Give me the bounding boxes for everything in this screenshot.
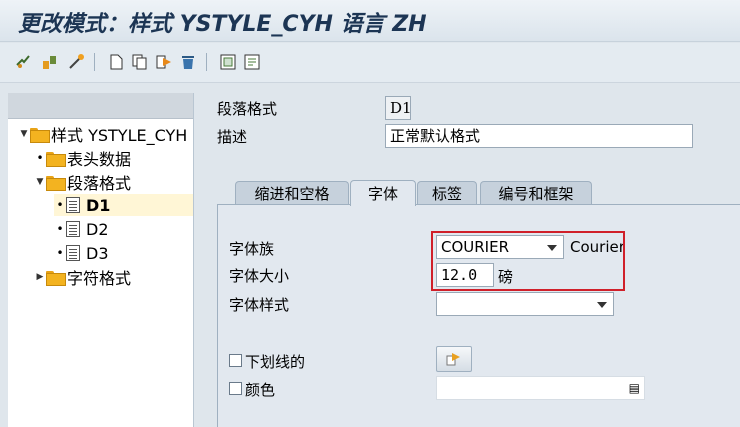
expanded-caret-icon[interactable]: ▼ xyxy=(18,129,30,139)
paragraph-format-label: 段落格式 xyxy=(217,100,278,118)
description-field[interactable]: 正常默认格式 xyxy=(385,124,693,148)
tree-item-d1[interactable]: • D1 xyxy=(54,194,193,216)
folder-icon xyxy=(46,151,66,167)
tree-item-label: D2 xyxy=(86,219,109,239)
document-icon xyxy=(66,245,80,261)
folder-icon xyxy=(46,270,66,286)
font-style-label: 字体样式 xyxy=(229,296,290,314)
description-label: 描述 xyxy=(217,128,248,146)
activate-icon[interactable] xyxy=(40,52,60,72)
tree-panel: ▼ 样式 YSTYLE_CYH • 表头数据 ▼ 段落格式 • D1 • D2 … xyxy=(8,93,194,427)
value-help-icon[interactable]: ▤ xyxy=(629,377,640,399)
tree-item-char-formats[interactable]: ▶ 字符格式 xyxy=(34,266,131,288)
forward-icon[interactable] xyxy=(154,52,174,72)
header-data-icon[interactable] xyxy=(218,52,238,72)
check-icon[interactable] xyxy=(66,52,86,72)
font-style-select[interactable] xyxy=(436,292,614,316)
display-change-icon[interactable] xyxy=(14,52,34,72)
tab-tabs[interactable]: 标签 xyxy=(417,181,477,205)
collapsed-caret-icon[interactable]: ▶ xyxy=(34,272,46,282)
tree-item-header-data[interactable]: • 表头数据 xyxy=(34,147,131,169)
tree-root-label: 样式 YSTYLE_CYH xyxy=(51,126,188,145)
forward-arrow-icon xyxy=(446,353,460,366)
underline-checkbox[interactable] xyxy=(229,354,242,367)
tree-root[interactable]: ▼ 样式 YSTYLE_CYH xyxy=(18,123,188,145)
paragraph-format-field: D1 xyxy=(385,96,412,120)
new-icon[interactable] xyxy=(106,52,126,72)
toolbar xyxy=(0,43,740,83)
tree-item-label: 表头数据 xyxy=(67,150,132,169)
document-icon xyxy=(66,221,80,237)
tree-item-label: D3 xyxy=(86,243,109,263)
color-field[interactable]: ▤ xyxy=(436,376,645,400)
document-icon xyxy=(66,197,80,213)
tree-header xyxy=(8,93,193,119)
tree-item-paragraph-formats[interactable]: ▼ 段落格式 xyxy=(34,171,131,193)
tree-item-d3[interactable]: • D3 xyxy=(54,242,109,264)
paragraph-format-icon[interactable] xyxy=(242,52,262,72)
tab-font[interactable]: 字体 xyxy=(350,180,416,206)
font-family-label: 字体族 xyxy=(229,240,275,258)
chevron-down-icon xyxy=(597,302,607,308)
tree-item-label: D1 xyxy=(86,195,111,215)
highlight-box xyxy=(431,231,625,291)
tree-item-label: 段落格式 xyxy=(67,174,132,193)
underline-label: 下划线的 xyxy=(245,353,306,371)
underline-settings-button[interactable] xyxy=(436,346,472,372)
tab-indent-spacing[interactable]: 缩进和空格 xyxy=(235,181,349,205)
page-title: 更改模式：样式 YSTYLE_CYH 语言 ZH xyxy=(18,12,427,37)
folder-open-icon xyxy=(30,127,50,143)
folder-open-icon xyxy=(46,175,66,191)
delete-icon[interactable] xyxy=(178,52,198,72)
title-bar: 更改模式：样式 YSTYLE_CYH 语言 ZH xyxy=(0,0,740,42)
color-label: 颜色 xyxy=(245,381,276,399)
tree-item-d2[interactable]: • D2 xyxy=(54,218,109,240)
color-checkbox[interactable] xyxy=(229,382,242,395)
tab-numbering-frame[interactable]: 编号和框架 xyxy=(480,181,592,205)
font-size-label: 字体大小 xyxy=(229,267,290,285)
expanded-caret-icon[interactable]: ▼ xyxy=(34,177,46,187)
copy-icon[interactable] xyxy=(130,52,150,72)
tree-item-label: 字符格式 xyxy=(67,269,132,288)
detail-area: 段落格式 D1 描述 正常默认格式 缩进和空格 字体 标签 编号和框架 字体族 … xyxy=(207,86,740,427)
